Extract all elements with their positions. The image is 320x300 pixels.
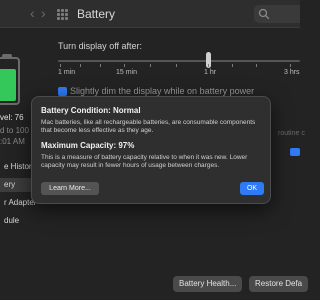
charged-status: d to 100 [0,126,29,135]
grid-icon[interactable] [57,9,69,20]
tick-label-15-min: 15 min [116,69,138,76]
tick-label-3-hrs: 3 hrs [284,69,300,76]
tick-label-1-min: 1 min [58,69,76,76]
maximum-capacity-title: Maximum Capacity: 97% [41,141,135,150]
battery-icon [0,54,20,105]
title-bar: ‹ › Battery [0,0,300,28]
dim-display-label: Slightly dim the display while on batter… [70,86,255,96]
ok-button[interactable]: OK [240,182,264,195]
battery-level-label: vel: 76 [0,113,24,122]
battery-condition-title: Battery Condition: Normal [41,106,141,115]
battery-condition-body: Mac batteries, like all rechargeable bat… [41,119,256,134]
tick-label-1-hr: 1 hr [204,69,217,76]
window-title: Battery [77,7,116,21]
maximum-capacity-body: This is a measure of battery capacity re… [41,154,248,169]
battery-health-button[interactable]: Battery Health... [173,276,243,292]
learn-more-button[interactable]: Learn More... [41,182,99,195]
right-checkbox[interactable] [290,148,300,156]
battery-condition-dialog: Battery Condition: Normal Mac batteries,… [31,96,271,204]
routine-fragment: routine c [278,130,305,137]
back-button[interactable]: ‹ [30,6,35,20]
search-icon [258,8,270,20]
sidebar-item-schedule[interactable]: dule [0,214,48,228]
dim-display-checkbox[interactable] [58,87,67,96]
battery-level-fill [0,69,16,101]
charged-time: :01 AM [0,137,25,146]
turn-display-off-label: Turn display off after: [58,41,143,51]
restore-defaults-button[interactable]: Restore Defa [249,276,309,292]
display-off-slider[interactable] [58,60,300,62]
forward-button[interactable]: › [41,6,46,20]
